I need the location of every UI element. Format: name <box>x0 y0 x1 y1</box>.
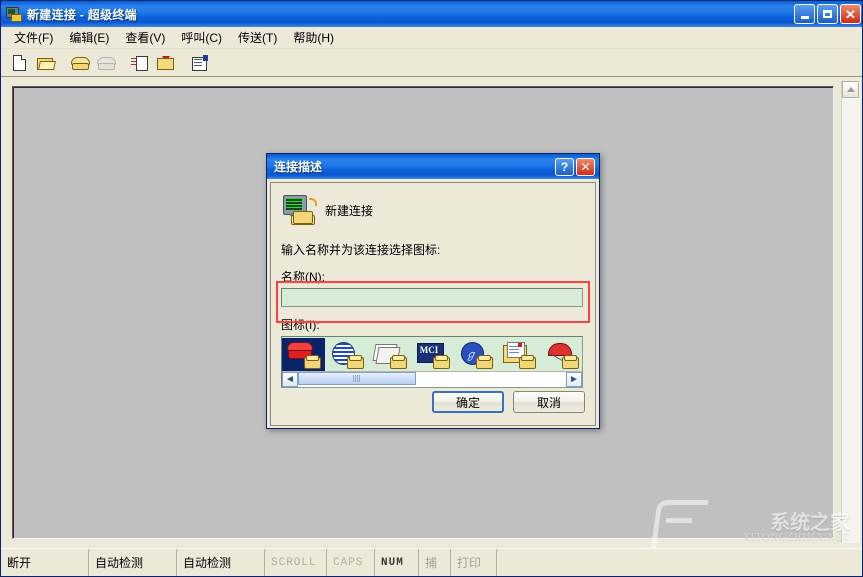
dialog-button-row: 确定 取消 <box>432 391 585 413</box>
mci-icon: MCI <box>416 342 450 369</box>
status-connection-state: 断开 <box>1 549 89 576</box>
toolbar <box>1 49 862 77</box>
umbrella-icon <box>546 342 579 369</box>
documents-icon <box>502 341 536 369</box>
dialog-prompt: 输入名称并为该连接选择图标: <box>281 243 441 257</box>
dialog-titlebar[interactable]: 连接描述 ? ✕ <box>267 154 599 179</box>
status-num: NUM <box>375 549 419 576</box>
open-connection-button[interactable] <box>33 52 57 74</box>
status-filler <box>497 549 862 576</box>
send-file-icon <box>130 55 148 71</box>
icon-globe-lines[interactable] <box>325 338 368 372</box>
question-mark-icon: ? <box>560 160 569 174</box>
window-controls: ✕ <box>794 4 861 24</box>
mci-label: MCI <box>419 344 439 355</box>
icon-umbrella[interactable] <box>540 338 582 372</box>
icon-red-phone[interactable] <box>282 337 325 372</box>
call-button[interactable] <box>67 52 91 74</box>
chevron-up-icon <box>846 87 855 92</box>
status-capture: 捕 <box>419 549 451 576</box>
chevron-left-icon: ◄ <box>285 374 295 385</box>
dialog-body: 新建连接 输入名称并为该连接选择图标: 名称(N): 图标(I): MCI ℊ … <box>270 182 596 426</box>
connection-header: 新建连接 <box>281 195 585 225</box>
status-print: 打印 <box>451 549 497 576</box>
window-title: 新建连接 - 超级终端 <box>27 7 137 22</box>
scrollbar-thumb[interactable] <box>298 372 416 385</box>
close-button[interactable]: ✕ <box>840 4 861 24</box>
status-auto-detect-2: 自动检测 <box>177 549 265 576</box>
menu-call[interactable]: 呼叫(C) <box>174 27 231 49</box>
hyperterminal-window: 新建连接 - 超级终端 ✕ 文件(F) 编辑(E) 查看(V) 呼叫(C) 传送… <box>0 0 863 577</box>
scroll-up-button[interactable] <box>842 81 859 98</box>
vertical-scrollbar[interactable] <box>841 81 860 543</box>
minimize-button[interactable] <box>794 4 815 24</box>
menu-view[interactable]: 查看(V) <box>118 27 174 49</box>
call-phone-icon <box>70 56 90 70</box>
hyperterminal-icon <box>6 6 22 22</box>
maximize-button[interactable] <box>817 4 838 24</box>
icon-papers[interactable] <box>368 338 411 372</box>
menu-file[interactable]: 文件(F) <box>7 27 62 49</box>
grip-icon <box>353 375 361 382</box>
menu-transfer[interactable]: 传送(T) <box>231 27 286 49</box>
dialog-close-button[interactable]: ✕ <box>576 158 595 176</box>
striped-globe-icon <box>331 341 364 369</box>
dialog-title: 连接描述 <box>274 160 323 174</box>
name-field-label: 名称(N): <box>281 270 325 284</box>
menu-bar: 文件(F) 编辑(E) 查看(V) 呼叫(C) 传送(T) 帮助(H) <box>1 27 862 49</box>
status-caps: CAPS <box>327 549 375 576</box>
new-document-icon <box>12 54 26 71</box>
computer-modem-icon <box>283 195 317 225</box>
red-phone-icon <box>286 341 321 369</box>
open-folder-icon <box>37 57 56 70</box>
receive-file-icon <box>157 55 174 70</box>
status-scroll: SCROLL <box>265 549 327 576</box>
new-connection-button[interactable] <box>7 52 31 74</box>
papers-icon <box>372 342 407 369</box>
menu-edit[interactable]: 编辑(E) <box>62 27 118 49</box>
connection-description-dialog: 连接描述 ? ✕ 新建连接 输入名称并为该连接选择图标: 名称(N): 图标(I… <box>266 153 600 429</box>
ok-button[interactable]: 确定 <box>432 391 504 413</box>
icon-documents[interactable] <box>497 338 540 372</box>
blue-globe-icon: ℊ <box>460 341 493 369</box>
connection-name-text: 新建连接 <box>325 203 374 218</box>
icon-row: MCI ℊ <box>282 337 582 372</box>
status-auto-detect-1: 自动检测 <box>89 549 177 576</box>
chevron-right-icon: ► <box>569 374 579 385</box>
blue-globe-glyph: ℊ <box>465 348 477 361</box>
scrollbar-track[interactable] <box>298 372 566 387</box>
send-file-button[interactable] <box>127 52 151 74</box>
dialog-help-button[interactable]: ? <box>555 158 574 176</box>
disconnect-button <box>93 52 117 74</box>
scroll-right-button[interactable]: ► <box>566 372 582 387</box>
status-bar: 断开 自动检测 自动检测 SCROLL CAPS NUM 捕 打印 <box>1 548 862 576</box>
window-titlebar[interactable]: 新建连接 - 超级终端 ✕ <box>1 1 862 27</box>
properties-button[interactable] <box>187 52 211 74</box>
icon-blue-globe[interactable]: ℊ <box>454 338 497 372</box>
receive-file-button[interactable] <box>153 52 177 74</box>
close-icon: ✕ <box>580 160 591 174</box>
close-icon: ✕ <box>845 6 856 22</box>
disconnect-phone-icon <box>96 56 116 70</box>
menu-help[interactable]: 帮助(H) <box>286 27 343 49</box>
icon-list-label: 图标(I): <box>281 318 320 332</box>
icon-list-scrollbar[interactable]: ◄ ► <box>282 371 582 387</box>
properties-icon <box>191 54 208 71</box>
icon-mci[interactable]: MCI <box>411 338 454 372</box>
scroll-left-button[interactable]: ◄ <box>282 372 298 387</box>
dialog-title-buttons: ? ✕ <box>555 158 595 176</box>
cancel-button[interactable]: 取消 <box>513 391 585 413</box>
name-input[interactable] <box>281 288 583 307</box>
icon-list[interactable]: MCI ℊ ◄ ► <box>281 336 583 388</box>
